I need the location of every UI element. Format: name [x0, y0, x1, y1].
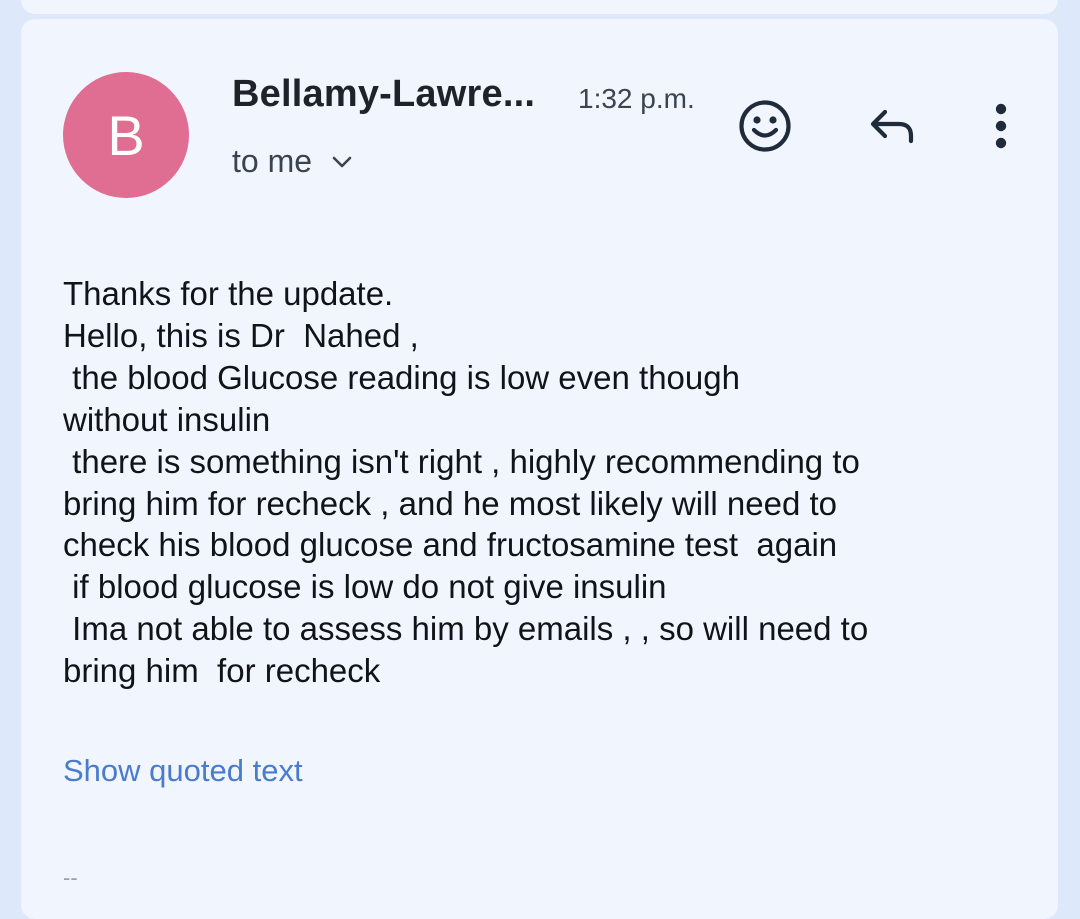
message-card: B Bellamy-Lawre... 1:32 p.m. to me Thank…: [21, 19, 1058, 919]
reply-button[interactable]: [857, 94, 927, 158]
sender-avatar[interactable]: B: [63, 72, 189, 198]
previous-message-card: [21, 0, 1058, 14]
recipient-label: to me: [232, 143, 313, 179]
show-quoted-text-link[interactable]: Show quoted text: [63, 753, 303, 789]
more-options-button[interactable]: [979, 94, 1023, 158]
add-reaction-button[interactable]: [730, 91, 800, 161]
more-vert-icon: [995, 103, 1007, 149]
message-time: 1:32 p.m.: [578, 83, 695, 114]
chevron-down-icon: [332, 156, 352, 167]
avatar-initial: B: [107, 103, 145, 167]
reply-icon: [870, 109, 914, 144]
recipient-details-toggle[interactable]: to me: [232, 143, 354, 180]
signature-separator: --: [63, 865, 78, 890]
sender-name[interactable]: Bellamy-Lawre...: [232, 73, 535, 116]
emoji-smile-icon: [739, 100, 791, 152]
message-body: Thanks for the update. Hello, this is Dr…: [63, 275, 869, 690]
